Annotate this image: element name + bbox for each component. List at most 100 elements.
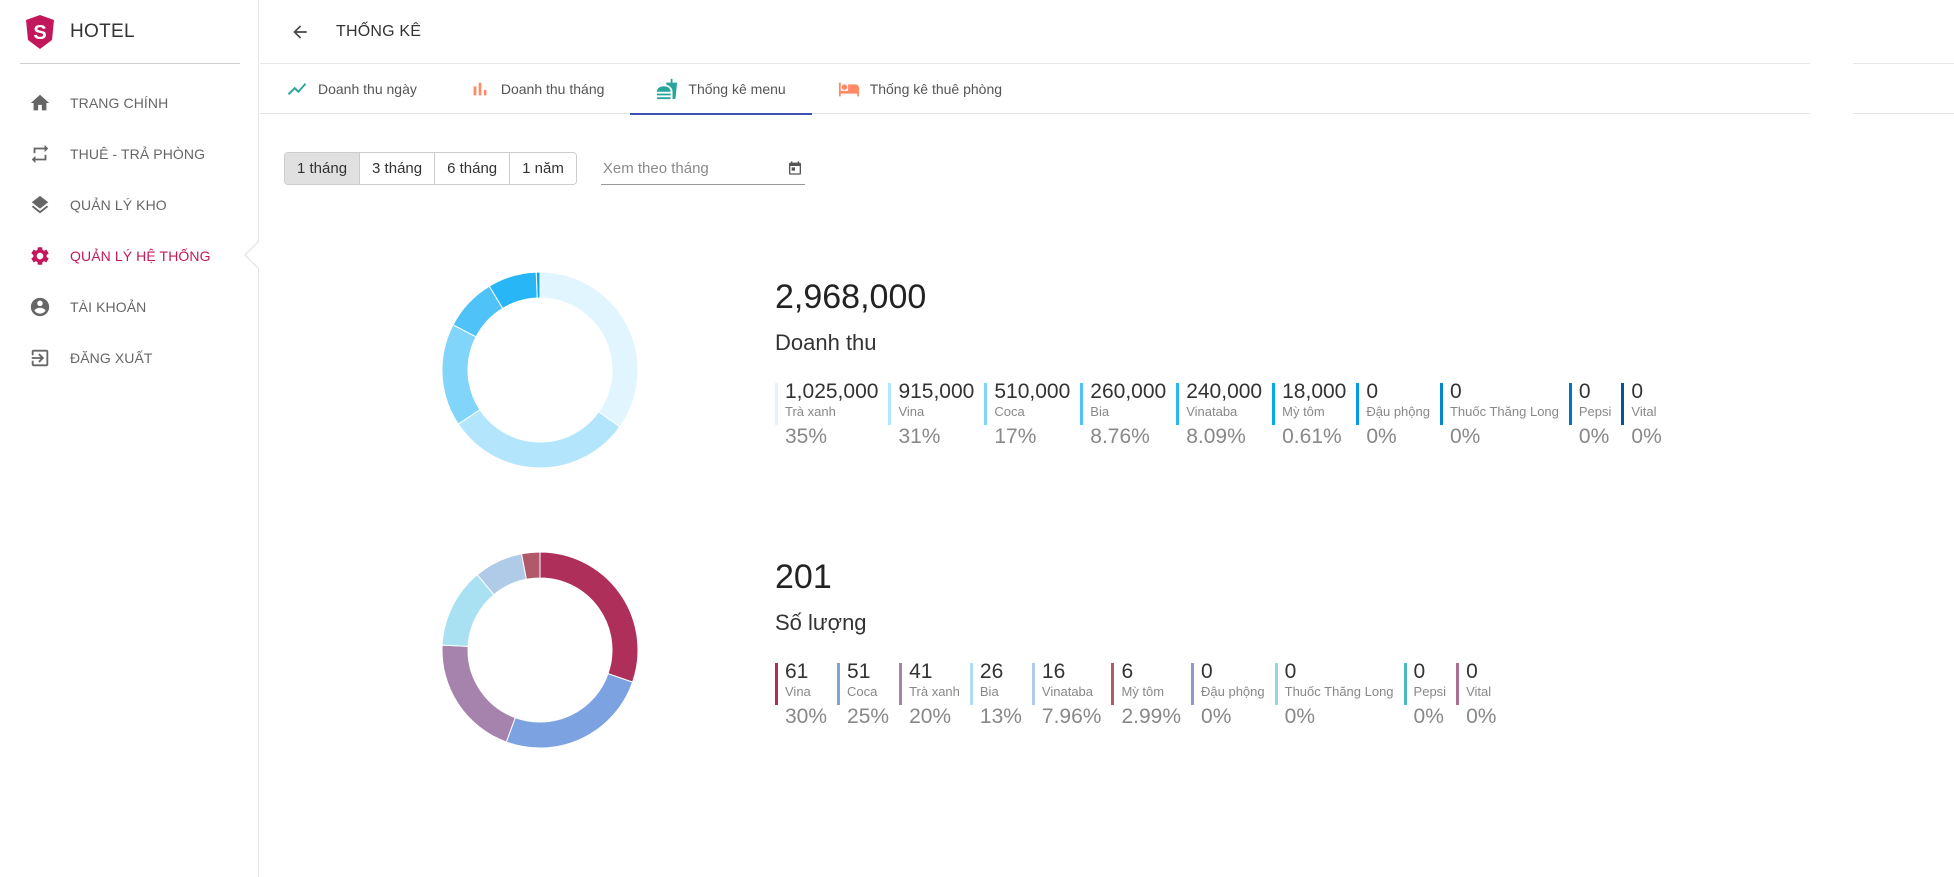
swap-icon xyxy=(28,142,52,166)
tab-label: Doanh thu ngày xyxy=(318,81,417,97)
legend-texts: 6 Mỳ tôm 2.99% xyxy=(1121,660,1181,732)
legend-percent: 13% xyxy=(979,705,1022,728)
range-button-6-months[interactable]: 6 tháng xyxy=(435,153,511,184)
legend-percent: 17% xyxy=(994,425,1037,448)
legend-value: 0 xyxy=(1366,380,1379,403)
legend-color-bar xyxy=(969,663,973,705)
legend-item: 61 Vina 30% xyxy=(775,660,827,732)
legend-item: 0 Đậu phộng 0% xyxy=(1191,660,1265,732)
quantity-legend: 61 Vina 30% 51 Coca 25% 41 Trà xanh 20% 26 Bia 13% 1… xyxy=(775,660,1506,732)
legend-color-bar xyxy=(1568,383,1572,425)
legend-value: 0 xyxy=(1631,380,1644,403)
legend-percent: 8.76% xyxy=(1090,425,1150,448)
donut-slice[interactable] xyxy=(441,324,481,425)
range-button-1-year[interactable]: 1 năm xyxy=(510,153,576,184)
gear-icon xyxy=(28,244,52,268)
legend-color-bar xyxy=(1439,383,1443,425)
legend-item: 0 Vital 0% xyxy=(1621,380,1662,452)
sidebar-item-system[interactable]: QUẢN LÝ HỆ THỐNG xyxy=(0,230,259,281)
legend-item: 41 Trà xanh 20% xyxy=(899,660,960,732)
legend-texts: 41 Trà xanh 20% xyxy=(909,660,960,732)
legend-texts: 0 Thuốc Thăng Long 0% xyxy=(1285,660,1394,732)
legend-color-bar xyxy=(1621,383,1625,425)
legend-value: 26 xyxy=(979,660,1004,683)
legend-item: 0 Thuốc Thăng Long 0% xyxy=(1274,660,1394,732)
donut-slice[interactable] xyxy=(539,551,639,683)
legend-percent: 0.61% xyxy=(1282,425,1342,448)
legend-texts: 0 Đậu phộng 0% xyxy=(1201,660,1265,732)
app-root: S HOTEL TRANG CHÍNH THUÊ - TRẢ PHÒNG QUẢ… xyxy=(0,0,1954,877)
legend-name: Bia xyxy=(1090,404,1110,419)
donut-slice[interactable] xyxy=(441,644,516,743)
legend-percent: 8.09% xyxy=(1186,425,1246,448)
legend-value: 510,000 xyxy=(994,380,1071,403)
range-button-3-months[interactable]: 3 tháng xyxy=(360,153,436,184)
donut-slice[interactable] xyxy=(535,271,541,299)
sidebar-item-logout[interactable]: ĐĂNG XUẤT xyxy=(0,332,258,383)
quantity-total: 201 xyxy=(775,558,832,596)
sidebar-item-label: QUẢN LÝ KHO xyxy=(70,196,167,213)
legend-value: 0 xyxy=(1466,660,1478,683)
logout-icon xyxy=(28,346,52,370)
legend-percent: 0% xyxy=(1466,705,1497,728)
legend-name: Thuốc Thăng Long xyxy=(1449,404,1559,419)
legend-name: Đậu phộng xyxy=(1201,684,1265,699)
legend-texts: 61 Vina 30% xyxy=(785,660,827,732)
sidebar-item-inventory[interactable]: QUẢN LÝ KHO xyxy=(0,179,258,230)
sidebar-item-label: TRANG CHÍNH xyxy=(70,94,169,111)
legend-name: Vital xyxy=(1631,404,1657,419)
legend-texts: 26 Bia 13% xyxy=(980,660,1022,732)
sidebar-item-home[interactable]: TRANG CHÍNH xyxy=(0,77,258,128)
donut-slice[interactable] xyxy=(539,271,639,428)
brand[interactable]: S HOTEL xyxy=(20,0,240,64)
legend-color-bar xyxy=(837,663,841,705)
legend-texts: 1,025,000 Trà xanh 35% xyxy=(785,380,878,452)
legend-value: 18,000 xyxy=(1282,380,1347,403)
legend-texts: 51 Coca 25% xyxy=(847,660,889,732)
revenue-stats: 2,968,000 Doanh thu 1,025,000 Trà xanh 35%… xyxy=(260,270,1950,530)
sidebar-item-checkin-checkout[interactable]: THUÊ - TRẢ PHÒNG xyxy=(0,128,258,179)
legend-color-bar xyxy=(1456,663,1460,705)
tabs-divider-right xyxy=(1853,113,1954,114)
legend-texts: 0 Pepsi 0% xyxy=(1579,380,1612,452)
tab-monthly-revenue[interactable]: Doanh thu tháng xyxy=(443,64,631,114)
legend-item: 18,000 Mỳ tôm 0.61% xyxy=(1272,380,1346,452)
sidebar-item-label: ĐĂNG XUẤT xyxy=(70,349,153,366)
back-button[interactable] xyxy=(280,12,320,52)
legend-percent: 0% xyxy=(1413,705,1444,728)
filters: 1 tháng 3 tháng 6 tháng 1 năm xyxy=(284,152,805,185)
tab-menu-stats[interactable]: Thống kê menu xyxy=(630,64,812,115)
donut-slice[interactable] xyxy=(505,672,634,749)
legend-percent: 0% xyxy=(1578,425,1610,448)
legend-item: 510,000 Coca 17% xyxy=(984,380,1070,452)
legend-item: 0 Vital 0% xyxy=(1456,660,1496,732)
legend-color-bar xyxy=(1403,663,1407,705)
brand-logo-icon: S xyxy=(26,14,54,49)
sidebar-item-label: TÀI KHOẢN xyxy=(70,298,147,315)
tab-label: Thống kê thuê phòng xyxy=(869,81,1003,97)
legend-value: 0 xyxy=(1449,380,1462,403)
calendar-icon[interactable] xyxy=(787,160,803,176)
range-button-1-month[interactable]: 1 tháng xyxy=(285,153,361,184)
legend-name: Vina xyxy=(785,684,811,699)
donut-slice[interactable] xyxy=(457,409,621,469)
legend-texts: 0 Vital 0% xyxy=(1466,660,1496,732)
legend-value: 61 xyxy=(785,660,809,683)
legend-percent: 0% xyxy=(1631,425,1662,448)
legend-name: Đậu phộng xyxy=(1366,404,1430,419)
legend-color-bar xyxy=(775,663,778,705)
sidebar-item-account[interactable]: TÀI KHOẢN xyxy=(0,281,258,332)
account-icon xyxy=(28,295,52,319)
legend-color-bar xyxy=(1272,383,1276,425)
legend-name: Vital xyxy=(1466,684,1492,699)
quantity-stats: 201 Số lượng 61 Vina 30% 51 Coca 25% 41 Trà xan… xyxy=(260,550,1950,810)
legend-value: 16 xyxy=(1041,660,1066,683)
legend-texts: 0 Pepsi 0% xyxy=(1414,660,1447,732)
month-input[interactable] xyxy=(602,159,773,177)
legend-percent: 30% xyxy=(785,705,828,728)
tab-room-stats[interactable]: Thống kê thuê phòng xyxy=(812,64,1028,114)
tab-daily-revenue[interactable]: Doanh thu ngày xyxy=(260,64,443,114)
legend-color-bar xyxy=(1031,663,1035,705)
legend-name: Thuốc Thăng Long xyxy=(1284,684,1394,699)
legend-percent: 20% xyxy=(909,705,952,728)
